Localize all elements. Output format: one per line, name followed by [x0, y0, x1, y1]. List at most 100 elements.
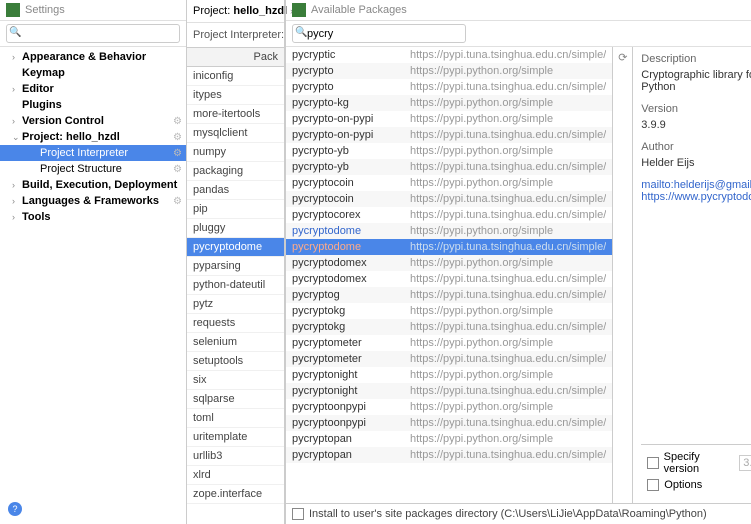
installed-package-row[interactable]: toml: [187, 409, 284, 428]
installed-package-row[interactable]: more-itertools: [187, 105, 284, 124]
installed-package-row[interactable]: python-dateutil: [187, 276, 284, 295]
tree-item-build-execution-deployment[interactable]: ›Build, Execution, Deployment: [0, 177, 186, 193]
result-url: https://pypi.python.org/simple: [410, 305, 606, 317]
installed-package-row[interactable]: requests: [187, 314, 284, 333]
installed-package-row[interactable]: pip: [187, 200, 284, 219]
result-url: https://pypi.python.org/simple: [410, 65, 606, 77]
chevron-icon: ›: [12, 116, 22, 126]
installed-package-row[interactable]: iniconfig: [187, 67, 284, 86]
result-row[interactable]: pycryptokghttps://pypi.tuna.tsinghua.edu…: [286, 319, 612, 335]
installed-package-row[interactable]: itypes: [187, 86, 284, 105]
tree-item-plugins[interactable]: Plugins: [0, 97, 186, 113]
result-row[interactable]: pycryptocoinhttps://pypi.tuna.tsinghua.e…: [286, 191, 612, 207]
installed-package-row[interactable]: pluggy: [187, 219, 284, 238]
help-icon[interactable]: ?: [8, 502, 22, 516]
specify-version-input[interactable]: [739, 455, 751, 471]
result-row[interactable]: pycryptodomehttps://pypi.python.org/simp…: [286, 223, 612, 239]
settings-panel: Settings 🔍 ›Appearance & BehaviorKeymap›…: [0, 0, 187, 524]
result-row[interactable]: pycrypto-ybhttps://pypi.tuna.tsinghua.ed…: [286, 159, 612, 175]
tree-item-tools[interactable]: ›Tools: [0, 209, 186, 225]
result-row[interactable]: pycryptohttps://pypi.python.org/simple: [286, 63, 612, 79]
result-url: https://pypi.tuna.tsinghua.edu.cn/simple…: [410, 129, 606, 141]
result-row[interactable]: pycryptometerhttps://pypi.tuna.tsinghua.…: [286, 351, 612, 367]
result-row[interactable]: pycryptodomehttps://pypi.tuna.tsinghua.e…: [286, 239, 612, 255]
gear-icon: ⚙: [173, 196, 182, 207]
installed-package-row[interactable]: pycryptodome: [187, 238, 284, 257]
result-row[interactable]: pycrypto-kghttps://pypi.python.org/simpl…: [286, 95, 612, 111]
tree-item-project-hello-hzdl[interactable]: ⌄Project: hello_hzdl⚙: [0, 129, 186, 145]
results-list[interactable]: pycryptichttps://pypi.tuna.tsinghua.edu.…: [286, 47, 613, 503]
settings-search-input[interactable]: [6, 24, 180, 43]
result-row[interactable]: pycryptodomexhttps://pypi.python.org/sim…: [286, 255, 612, 271]
tree-item-editor[interactable]: ›Editor: [0, 81, 186, 97]
specify-version-checkbox[interactable]: [647, 457, 658, 469]
available-search-input[interactable]: [292, 24, 466, 43]
result-row[interactable]: pycryptopanhttps://pypi.tuna.tsinghua.ed…: [286, 447, 612, 463]
tree-item-project-structure[interactable]: Project Structure⚙: [0, 161, 186, 177]
result-url: https://pypi.tuna.tsinghua.edu.cn/simple…: [410, 385, 606, 397]
installed-package-row[interactable]: mysqlclient: [187, 124, 284, 143]
installed-package-row[interactable]: six: [187, 371, 284, 390]
result-name: pycrypto-on-pypi: [292, 129, 410, 141]
homepage-link[interactable]: https://www.pycryptodome.org: [641, 191, 751, 203]
installed-package-row[interactable]: selenium: [187, 333, 284, 352]
refresh-icon[interactable]: ⟳: [618, 52, 627, 64]
result-row[interactable]: pycryptocoinhttps://pypi.python.org/simp…: [286, 175, 612, 191]
tree-item-label: Build, Execution, Deployment: [22, 179, 182, 191]
chevron-icon: ›: [12, 180, 22, 190]
installed-package-row[interactable]: pandas: [187, 181, 284, 200]
options-checkbox[interactable]: [647, 479, 659, 491]
result-row[interactable]: pycryptodomexhttps://pypi.tuna.tsinghua.…: [286, 271, 612, 287]
result-row[interactable]: pycryptoonpypihttps://pypi.tuna.tsinghua…: [286, 415, 612, 431]
result-url: https://pypi.python.org/simple: [410, 401, 606, 413]
result-url: https://pypi.tuna.tsinghua.edu.cn/simple…: [410, 209, 606, 221]
available-search-row: 🔍: [286, 21, 751, 47]
result-name: pycryptocoin: [292, 193, 410, 205]
gear-icon: ⚙: [173, 148, 182, 159]
installed-package-row[interactable]: pytz: [187, 295, 284, 314]
result-url: https://pypi.python.org/simple: [410, 177, 606, 189]
tree-item-languages-frameworks[interactable]: ›Languages & Frameworks⚙: [0, 193, 186, 209]
result-name: pycrypto-on-pypi: [292, 113, 410, 125]
result-name: pycryptokg: [292, 305, 410, 317]
tree-item-project-interpreter[interactable]: Project Interpreter⚙: [0, 145, 186, 161]
result-row[interactable]: pycryptoghttps://pypi.tuna.tsinghua.edu.…: [286, 287, 612, 303]
chevron-icon: ›: [12, 212, 22, 222]
tree-item-version-control[interactable]: ›Version Control⚙: [0, 113, 186, 129]
install-user-checkbox[interactable]: [292, 508, 304, 520]
result-row[interactable]: pycrypto-on-pypihttps://pypi.python.org/…: [286, 111, 612, 127]
tree-item-appearance-behavior[interactable]: ›Appearance & Behavior: [0, 49, 186, 65]
result-row[interactable]: pycryptoonpypihttps://pypi.python.org/si…: [286, 399, 612, 415]
installed-package-row[interactable]: uritemplate: [187, 428, 284, 447]
tree-item-keymap[interactable]: Keymap: [0, 65, 186, 81]
result-row[interactable]: pycrypto-ybhttps://pypi.python.org/simpl…: [286, 143, 612, 159]
installed-package-row[interactable]: zope.interface: [187, 485, 284, 504]
result-name: pycryptoonpypi: [292, 417, 410, 429]
installed-package-row[interactable]: xlrd: [187, 466, 284, 485]
result-row[interactable]: pycryptonighthttps://pypi.tuna.tsinghua.…: [286, 383, 612, 399]
gear-icon: ⚙: [173, 116, 182, 127]
installed-package-row[interactable]: numpy: [187, 143, 284, 162]
installed-package-row[interactable]: urllib3: [187, 447, 284, 466]
result-name: pycryptog: [292, 289, 410, 301]
result-name: pycryptometer: [292, 337, 410, 349]
result-row[interactable]: pycryptokghttps://pypi.python.org/simple: [286, 303, 612, 319]
tree-item-label: Editor: [22, 83, 182, 95]
installed-package-row[interactable]: sqlparse: [187, 390, 284, 409]
result-row[interactable]: pycryptonighthttps://pypi.python.org/sim…: [286, 367, 612, 383]
result-row[interactable]: pycryptometerhttps://pypi.python.org/sim…: [286, 335, 612, 351]
result-row[interactable]: pycryptocorexhttps://pypi.tuna.tsinghua.…: [286, 207, 612, 223]
result-name: pycryptodome: [292, 241, 410, 253]
installed-package-row[interactable]: pyparsing: [187, 257, 284, 276]
installed-package-row[interactable]: packaging: [187, 162, 284, 181]
result-row[interactable]: pycryptichttps://pypi.tuna.tsinghua.edu.…: [286, 47, 612, 63]
result-row[interactable]: pycrypto-on-pypihttps://pypi.tuna.tsingh…: [286, 127, 612, 143]
result-row[interactable]: pycryptohttps://pypi.tuna.tsinghua.edu.c…: [286, 79, 612, 95]
result-row[interactable]: pycryptopanhttps://pypi.python.org/simpl…: [286, 431, 612, 447]
install-user-row: Install to user's site packages director…: [286, 503, 751, 524]
result-name: pycryptonight: [292, 385, 410, 397]
installed-package-row[interactable]: setuptools: [187, 352, 284, 371]
author-email-link[interactable]: mailto:helderijs@gmail.com: [641, 179, 751, 191]
result-name: pycryptopan: [292, 433, 410, 445]
result-name: pycrypto-yb: [292, 161, 410, 173]
